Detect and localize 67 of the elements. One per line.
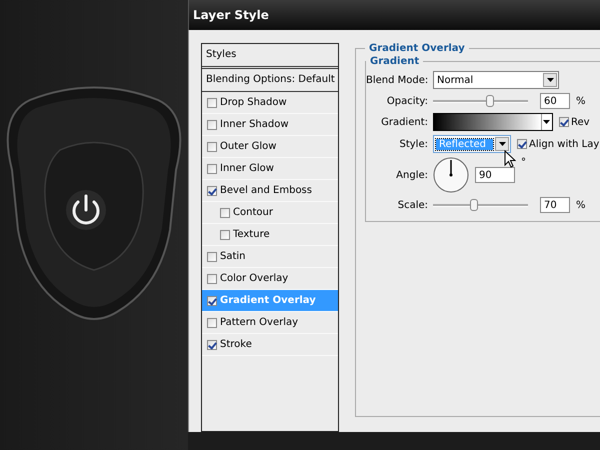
unit-label: ° bbox=[521, 157, 526, 168]
field-label: Opacity: bbox=[386, 96, 428, 106]
checkbox[interactable] bbox=[207, 164, 217, 174]
dropdown-button[interactable] bbox=[541, 114, 551, 130]
style-list-item[interactable]: Inner Glow bbox=[202, 158, 338, 180]
style-list-item[interactable]: Inner Shadow bbox=[202, 114, 338, 136]
field-label: Gradient: bbox=[380, 116, 428, 128]
group-title: Gradient bbox=[369, 56, 420, 67]
style-list-item[interactable]: Bevel and Emboss bbox=[202, 180, 338, 202]
number-field[interactable]: 90 bbox=[475, 167, 515, 183]
item-label: Texture bbox=[233, 229, 270, 240]
checkbox[interactable] bbox=[517, 139, 527, 149]
checkbox[interactable] bbox=[559, 117, 569, 127]
style-list-item[interactable]: Outer Glow bbox=[202, 136, 338, 158]
item-label: Outer Glow bbox=[220, 141, 276, 152]
item-label: Satin bbox=[220, 251, 246, 262]
checkbox[interactable] bbox=[207, 98, 217, 108]
checkbox[interactable] bbox=[207, 186, 217, 196]
styles-header[interactable]: Styles bbox=[202, 44, 338, 69]
section-title: Gradient Overlay bbox=[368, 43, 466, 54]
checkbox[interactable] bbox=[207, 252, 217, 262]
item-label: Gradient Overlay bbox=[220, 295, 316, 306]
checkbox[interactable] bbox=[207, 120, 217, 130]
number-field[interactable]: 70 bbox=[540, 197, 570, 213]
item-label: Contour bbox=[233, 207, 273, 218]
reverse-label: Rev bbox=[571, 116, 590, 128]
checkbox[interactable] bbox=[207, 318, 217, 328]
style-list-item[interactable]: Texture bbox=[202, 224, 338, 246]
align-label: Align with Lay bbox=[529, 138, 600, 150]
item-label: Pattern Overlay bbox=[220, 317, 298, 328]
angle-dial[interactable] bbox=[433, 157, 469, 193]
item-label: Color Overlay bbox=[220, 273, 288, 284]
blending-options-item[interactable]: Blending Options: Default bbox=[202, 69, 338, 92]
style-list-item[interactable]: Satin bbox=[202, 246, 338, 268]
slider-thumb[interactable] bbox=[470, 199, 478, 211]
dropdown-button[interactable] bbox=[495, 137, 509, 151]
blend-mode-dropdown[interactable]: Normal bbox=[433, 71, 559, 89]
number-field[interactable]: 60 bbox=[540, 93, 570, 109]
item-label: Bevel and Emboss bbox=[220, 185, 312, 196]
item-label: Inner Shadow bbox=[220, 119, 289, 130]
caret-icon bbox=[498, 142, 506, 146]
field-label: Style: bbox=[398, 138, 428, 150]
unit-label: % bbox=[576, 96, 586, 106]
item-label: Drop Shadow bbox=[220, 97, 287, 108]
field-label: Scale: bbox=[396, 200, 428, 210]
checkbox[interactable] bbox=[220, 230, 230, 240]
field-label: Angle: bbox=[395, 170, 428, 180]
slider-thumb[interactable] bbox=[486, 95, 494, 107]
item-label: Stroke bbox=[220, 339, 252, 350]
dropdown-button[interactable] bbox=[543, 73, 557, 87]
unit-label: % bbox=[576, 200, 586, 210]
checkbox[interactable] bbox=[207, 142, 217, 152]
style-list-item[interactable]: Stroke bbox=[202, 334, 338, 356]
field-label: Blend Mode: bbox=[366, 74, 428, 86]
caret-icon bbox=[546, 78, 554, 82]
checkbox[interactable] bbox=[207, 296, 217, 306]
mouse-pointer-icon bbox=[504, 150, 516, 168]
style-list-item[interactable]: Contour bbox=[202, 202, 338, 224]
checkbox[interactable] bbox=[207, 274, 217, 284]
window-title: Layer Style bbox=[193, 8, 269, 22]
style-list-item[interactable]: Drop Shadow bbox=[202, 92, 338, 114]
gradient-picker[interactable] bbox=[433, 113, 553, 131]
caret-icon bbox=[543, 120, 550, 124]
checkbox[interactable] bbox=[220, 208, 230, 218]
style-list-item[interactable]: Pattern Overlay bbox=[202, 312, 338, 334]
item-label: Inner Glow bbox=[220, 163, 274, 174]
checkbox[interactable] bbox=[207, 340, 217, 350]
